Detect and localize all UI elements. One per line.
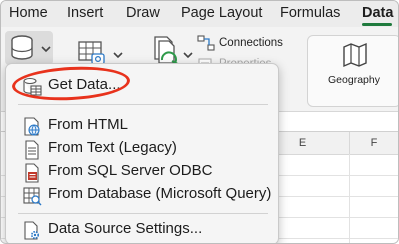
chevron-down-icon	[113, 52, 123, 59]
active-tab-indicator	[362, 23, 392, 26]
menu-item-from-html[interactable]: From HTML	[6, 115, 278, 137]
menu-item-from-text[interactable]: From Text (Legacy)	[6, 138, 278, 160]
menu-item-from-sql-server-odbc[interactable]: From SQL Server ODBC	[6, 161, 278, 183]
menu-item-from-database-query[interactable]: From Database (Microsoft Query)	[6, 184, 278, 206]
menu-separator	[18, 104, 268, 105]
get-data-button[interactable]	[5, 31, 53, 65]
menu-item-label: From Database (Microsoft Query)	[48, 185, 272, 202]
excel-window: Home Insert Draw Page Layout Formulas Da…	[0, 0, 399, 244]
tab-data[interactable]: Data	[362, 5, 393, 21]
text-file-icon	[25, 140, 39, 160]
menu-item-label: From HTML	[48, 116, 128, 133]
menu-item-data-source-settings[interactable]: Data Source Settings...	[6, 219, 278, 241]
data-source-settings-icon	[24, 221, 40, 240]
html-globe-icon	[24, 117, 40, 136]
database-icon	[11, 35, 33, 60]
tab-draw[interactable]: Draw	[126, 5, 160, 21]
geography-button[interactable]: Geography	[307, 35, 398, 107]
connections-icon	[197, 35, 215, 51]
chevron-down-icon	[183, 52, 193, 59]
map-icon	[343, 42, 367, 68]
geography-label: Geography	[328, 74, 380, 86]
tab-page-layout[interactable]: Page Layout	[181, 5, 262, 21]
menu-item-label: Data Source Settings...	[48, 220, 203, 237]
grid-column-line	[349, 154, 350, 243]
connections-button[interactable]: Connections	[219, 37, 283, 49]
chevron-down-icon	[41, 46, 51, 53]
menu-item-label: From Text (Legacy)	[48, 139, 177, 156]
menu-separator	[18, 213, 268, 214]
tab-formulas[interactable]: Formulas	[280, 5, 340, 21]
menu-item-label: From SQL Server ODBC	[48, 162, 213, 179]
database-query-icon	[23, 187, 42, 206]
tab-insert[interactable]: Insert	[67, 5, 103, 21]
ribbon-tab-bar: Home Insert Draw Page Layout Formulas Da…	[1, 1, 398, 27]
tab-home[interactable]: Home	[9, 5, 48, 21]
column-header-f[interactable]: F	[350, 132, 398, 155]
sql-file-icon	[25, 163, 39, 183]
